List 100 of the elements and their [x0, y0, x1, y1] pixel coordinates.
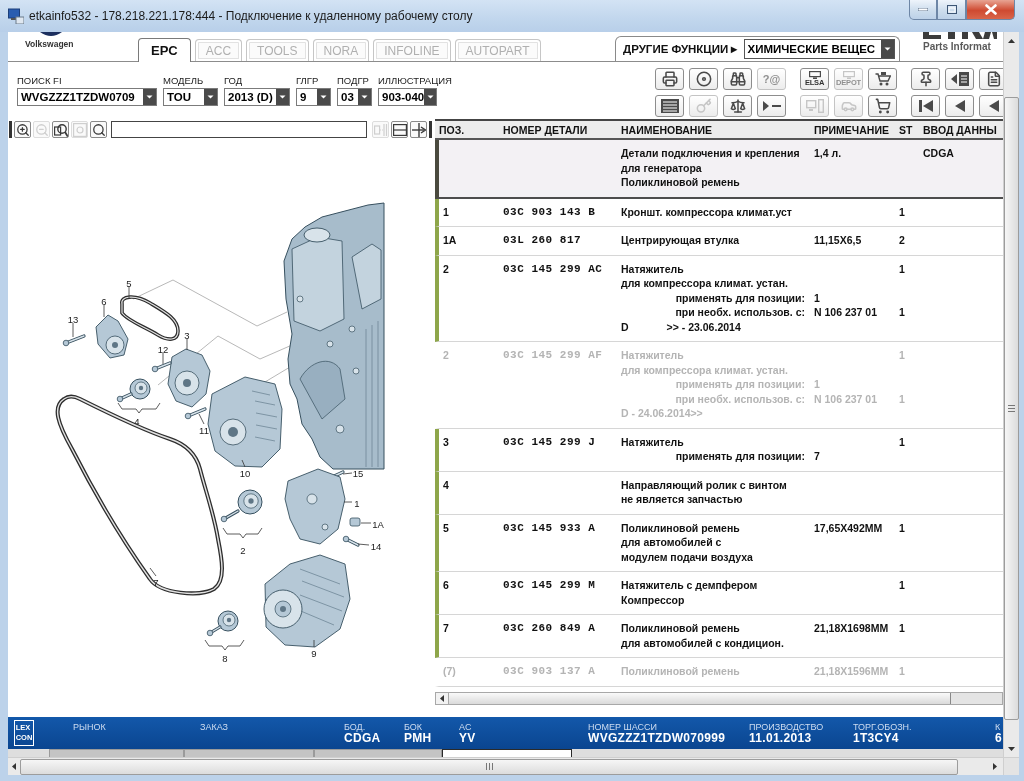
part-note: 21,18X1596MM	[814, 664, 889, 679]
first-page-button[interactable]	[911, 95, 940, 117]
vin-search-field[interactable]: WVGZZZ1TZDW0709	[17, 88, 157, 106]
minimize-button[interactable]	[909, 0, 937, 20]
arrow-button[interactable]	[410, 121, 427, 138]
page-back-button[interactable]	[945, 68, 974, 90]
list-button[interactable]	[655, 95, 684, 117]
column-header: ВВОД ДАННЫ	[923, 123, 997, 136]
cart-button[interactable]	[868, 95, 897, 117]
pin-button[interactable]	[911, 68, 940, 90]
part-note: N 106 237 01	[814, 305, 878, 320]
table-row[interactable]: 7 03C 260 849 A Поликлиновой ремень 21,18X1698MM 1 для автомобилей с кондицион.	[435, 615, 1003, 658]
printer-icon	[661, 71, 678, 87]
part-description: Натяжитель	[621, 434, 684, 449]
part-number: 03C 260 849 A	[503, 621, 596, 636]
search-field[interactable]	[111, 121, 367, 138]
position-number: 2	[443, 261, 449, 276]
table-row[interactable]: 5 03C 145 933 A Поликлиновой ремень 17,65X492MM 1 для автомобилей с модулем подачи воздуха	[435, 514, 1003, 572]
column-header: ПОЗ.	[439, 123, 465, 136]
part-description: применять для позиции:	[675, 290, 805, 305]
document-tab[interactable]	[442, 749, 572, 757]
part-description: при необх. использов. с:	[675, 391, 805, 406]
close-icon	[984, 4, 997, 15]
illustration-select[interactable]: 903-040	[378, 88, 437, 106]
part-description: Поликлиновой ремень	[621, 664, 740, 679]
quantity: 1	[899, 621, 905, 636]
zoom-out-icon	[34, 122, 49, 137]
callout-number: 10	[239, 467, 251, 479]
bolt	[342, 535, 360, 547]
status-label: ТОРГ.ОБОЗН.	[853, 722, 912, 732]
part-number: 03C 903 143 B	[503, 204, 596, 219]
close-button[interactable]	[966, 0, 1015, 20]
status-value: 1T3CY4	[853, 732, 899, 745]
table-row[interactable]: 1A 03L 260 817 Центрирующая втулка 11,15X6,5 2	[435, 227, 1003, 256]
sub-group-select[interactable]: 03	[337, 88, 372, 106]
year-select[interactable]: 2013 (D)	[224, 88, 290, 106]
table-row[interactable]: 2 03C 145 299 AC Натяжитель 1 для компрессора климат. устан. применять для позиции: 1 при необх. использов. с: N 106 237 01 1 D >> - 23.06.2014	[435, 255, 1003, 342]
binoculars-button[interactable]	[723, 68, 752, 90]
function-select[interactable]: ХИМИЧЕСКИЕ ВЕЩЕС	[743, 39, 895, 59]
play-button[interactable]	[757, 95, 786, 117]
leader-line	[186, 338, 188, 351]
date-code: D	[621, 319, 629, 334]
scroll-thumb[interactable]	[449, 693, 951, 704]
status-value: WVGZZZ1TZDW070999	[588, 732, 726, 745]
zoom-in-button[interactable]	[14, 121, 31, 138]
part-number: 03C 145 299 J	[503, 434, 596, 449]
table-row[interactable]: 3 03C 145 299 J Натяжитель 1 применять для позиции: 7	[435, 428, 1003, 472]
previous-page-button[interactable]	[945, 95, 974, 117]
pulley	[217, 610, 239, 632]
part-description: применять для позиции:	[675, 377, 805, 392]
field-label: ГОД	[224, 76, 243, 86]
scroll-thumb[interactable]	[1004, 97, 1019, 720]
column-header: НАИМЕНОВАНИЕ	[621, 123, 712, 136]
first-page-icon	[918, 100, 933, 112]
column-header: ST	[899, 123, 913, 136]
cart-icon	[874, 98, 891, 114]
group-row[interactable]: Детали подключения и крепления 1,4 л. для генератора Поликлиновой ремень CDGA	[435, 140, 1003, 199]
table-row[interactable]: 4 Направляющий ролик с винтом не является запчастью	[435, 471, 1003, 515]
callout-number: 12	[157, 343, 169, 355]
callout-number: 4	[134, 415, 140, 427]
cart-transfer-button[interactable]	[868, 68, 897, 90]
part-description: Кроншт. компрессора климат.уст	[621, 204, 792, 219]
table-row[interactable]: 1 03C 903 143 B Кроншт. компрессора климат.уст 1	[435, 198, 1003, 227]
quantity: 1	[899, 261, 905, 276]
zoom-page-button[interactable]	[52, 121, 69, 138]
part-description: Натяжитель с демпфером	[621, 578, 758, 593]
document-button[interactable]	[979, 68, 1003, 90]
tab[interactable]: EPC	[138, 38, 191, 62]
scroll-left-button[interactable]	[436, 693, 449, 704]
part-description: для генератора	[621, 160, 702, 175]
main-group-select[interactable]: 9	[296, 88, 331, 106]
part-description: Поликлиновой ремень	[621, 621, 740, 636]
monitor-icon	[842, 71, 855, 79]
part-description: модулем подачи воздуха	[621, 549, 753, 564]
callout-number: 3	[184, 329, 190, 341]
position-number: 5	[443, 520, 449, 535]
print-button[interactable]	[655, 68, 684, 90]
split-view-button[interactable]	[391, 121, 408, 138]
bracket-line	[204, 639, 245, 651]
pin	[349, 517, 361, 527]
scale-button[interactable]	[723, 95, 752, 117]
bolt	[184, 407, 207, 420]
field-label: ГЛГР	[296, 76, 319, 86]
model-select[interactable]: TOU	[163, 88, 218, 106]
disc-button[interactable]	[689, 68, 718, 90]
callout-number: 8	[222, 652, 228, 664]
table-row[interactable]: 6 03C 145 299 M Натяжитель с демпфером 1 Компрессор	[435, 572, 1003, 615]
caret-icon	[424, 89, 436, 105]
right-arrow-icon	[993, 763, 997, 770]
status-value: CDGA	[344, 732, 381, 745]
status-label: НОМЕР ШАССИ	[588, 722, 658, 732]
part-description: Натяжитель	[621, 261, 684, 276]
previous-page-button[interactable]	[979, 95, 1003, 117]
search-button[interactable]	[90, 121, 107, 138]
callout-number: 6	[101, 295, 107, 307]
status-label: К	[995, 722, 1001, 732]
callout-number: 7	[153, 576, 159, 588]
leader-line	[342, 472, 353, 475]
maximize-button[interactable]	[937, 0, 966, 20]
leader-line	[241, 459, 246, 468]
